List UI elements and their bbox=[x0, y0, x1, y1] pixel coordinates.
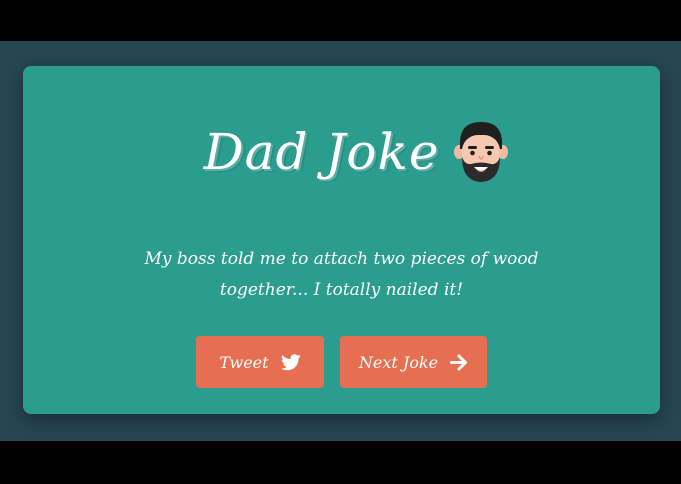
joke-text: My boss told me to attach two pieces of … bbox=[144, 249, 539, 300]
dad-face-icon bbox=[453, 119, 509, 185]
page-title: Dad Joke bbox=[203, 123, 440, 181]
joke-card: Dad Joke My boss told me to attach two p… bbox=[23, 66, 660, 414]
arrow-right-icon bbox=[450, 354, 468, 371]
tweet-button-label: Tweet bbox=[219, 352, 269, 372]
app-background: Dad Joke My boss told me to attach two p… bbox=[0, 41, 681, 441]
header: Dad Joke bbox=[23, 119, 660, 185]
next-joke-button-label: Next Joke bbox=[358, 352, 439, 372]
next-joke-button[interactable]: Next Joke bbox=[340, 336, 487, 388]
twitter-bird-icon bbox=[280, 353, 301, 371]
tweet-button[interactable]: Tweet bbox=[196, 336, 324, 388]
